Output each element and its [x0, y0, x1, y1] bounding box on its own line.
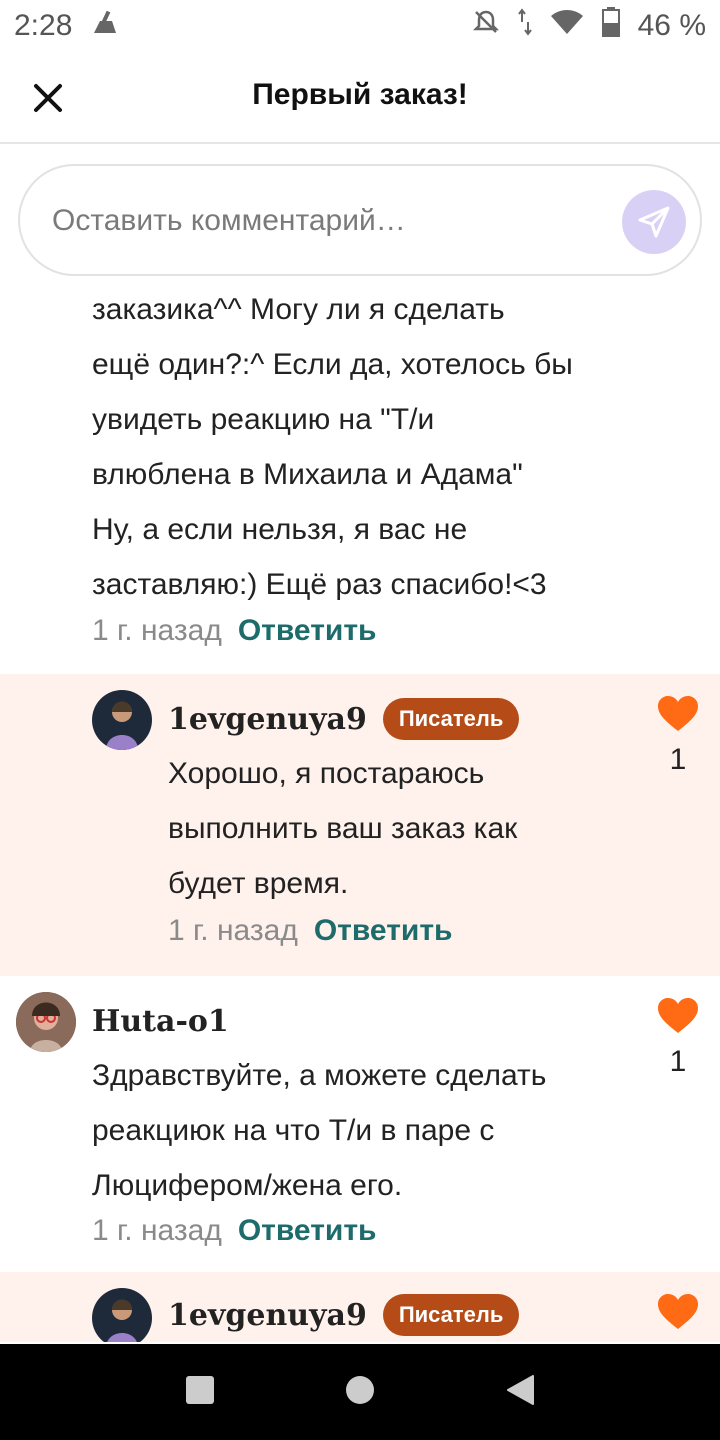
comment-item: Huta-o1 Здравствуйте, а можете сделать р… — [0, 976, 720, 1272]
comment-input[interactable] — [50, 192, 594, 250]
comment-text-line: влюблена в Михаила и Адама" — [92, 458, 523, 491]
square-icon — [186, 1375, 214, 1404]
recents-button[interactable] — [185, 1375, 215, 1410]
comment-time: 1 г. назад — [92, 1214, 222, 1247]
comment-text-line: заставляю:) Ещё раз спасибо!<3 — [92, 568, 547, 601]
status-time: 2:28 — [14, 9, 73, 42]
data-arrows-icon — [517, 8, 532, 44]
reply-item: 1evgenuya9 Писатель — [0, 1272, 720, 1342]
writer-badge: Писатель — [382, 698, 520, 740]
comment-text-line: реакциюк на что Т/и в паре с — [92, 1114, 495, 1147]
battery-icon — [601, 7, 620, 45]
comment-text-line: будет время. — [168, 867, 349, 900]
comment-time: 1 г. назад — [92, 614, 222, 647]
comment-time: 1 г. назад — [168, 914, 298, 947]
comment-text-line: Здравствуйте, а можете сделать — [92, 1059, 547, 1092]
reply-button[interactable]: Ответить — [238, 1214, 377, 1248]
username[interactable]: Huta-o1 — [92, 1004, 229, 1039]
comment-text: заказика^^ Могу ли я сделать ещё один?:^… — [92, 282, 573, 612]
reply-item: 1evgenuya9 Писатель Хорошо, я постараюсь… — [0, 674, 720, 976]
comment-item: заказика^^ Могу ли я сделать ещё один?:^… — [0, 278, 720, 674]
heart-icon — [658, 696, 698, 731]
send-button[interactable] — [622, 190, 686, 254]
wifi-icon — [550, 8, 584, 44]
comment-text-line: Люцифером/жена его. — [92, 1169, 403, 1202]
username[interactable]: 1evgenuya9 — [168, 702, 367, 737]
like-button[interactable]: 1 — [656, 998, 700, 1079]
avatar[interactable] — [16, 992, 76, 1052]
back-triangle-icon — [507, 1374, 534, 1405]
comment-text-line: выполнить ваш заказ как — [168, 812, 518, 845]
comment-text-line: заказика^^ Могу ли я сделать — [92, 293, 505, 326]
mute-icon — [472, 8, 500, 44]
cleaner-icon — [90, 7, 120, 45]
comment-text-line: Ну, а если нельзя, я вас не — [92, 513, 468, 546]
reply-button[interactable]: Ответить — [238, 614, 377, 648]
status-bar: 2:28 46 % — [0, 0, 720, 52]
avatar[interactable] — [92, 1288, 152, 1342]
like-button[interactable]: 1 — [656, 696, 700, 777]
home-button[interactable] — [345, 1375, 375, 1410]
back-button[interactable] — [505, 1374, 535, 1411]
send-icon — [638, 206, 670, 238]
heart-icon — [658, 998, 698, 1033]
writer-badge: Писатель — [382, 1294, 520, 1336]
comment-text-line: увидеть реакцию на "Т/и — [92, 403, 435, 436]
avatar[interactable] — [92, 690, 152, 750]
page-title: Первый заказ! — [252, 78, 468, 111]
comment-input-box — [18, 164, 702, 276]
comment-text-line: ещё один?:^ Если да, хотелось бы — [92, 348, 573, 381]
battery-percent: 46 % — [637, 9, 706, 42]
circle-icon — [346, 1375, 374, 1404]
top-app-bar: Первый заказ! — [0, 52, 720, 144]
username[interactable]: 1evgenuya9 — [168, 1298, 367, 1333]
like-count: 1 — [669, 743, 687, 776]
like-count: 1 — [669, 1045, 687, 1078]
comments-feed[interactable]: заказика^^ Могу ли я сделать ещё один?:^… — [0, 278, 720, 1342]
reply-button[interactable]: Ответить — [314, 914, 453, 948]
reply-text: Хорошо, я постараюсь выполнить ваш заказ… — [168, 746, 517, 911]
heart-icon — [658, 1294, 698, 1329]
like-button[interactable] — [656, 1294, 700, 1335]
system-nav-bar — [0, 1344, 720, 1440]
comment-text: Здравствуйте, а можете сделать реакциюк … — [92, 1048, 546, 1213]
comment-text-line: Хорошо, я постараюсь — [168, 757, 485, 790]
